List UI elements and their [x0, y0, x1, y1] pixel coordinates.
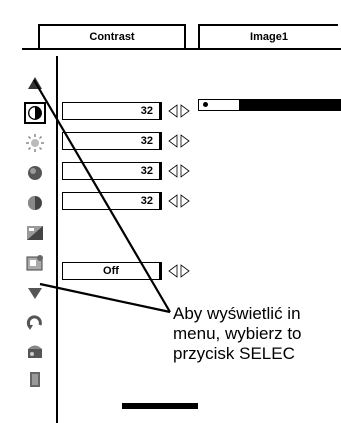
- up-arrow-icon[interactable]: [24, 72, 46, 94]
- adjust-arrows-icon[interactable]: [168, 134, 190, 148]
- menu-sidebar: [22, 56, 58, 423]
- tint-value: 32: [62, 192, 162, 210]
- color-temp-icon[interactable]: [24, 222, 46, 244]
- contrast-icon[interactable]: [24, 102, 46, 124]
- slider-knob[interactable]: [203, 102, 208, 107]
- color-icon[interactable]: [24, 162, 46, 184]
- caption-line: przycisk SELEC: [173, 344, 295, 363]
- value-row[interactable]: 32: [60, 102, 200, 122]
- tab-image1[interactable]: Image1: [198, 24, 338, 50]
- white-balance-value: Off: [62, 262, 162, 280]
- white-balance-icon[interactable]: [24, 252, 46, 274]
- value-panel: 32 32 32 32 Off: [60, 92, 200, 280]
- value-row[interactable]: 32: [60, 132, 200, 152]
- contrast-value: 32: [62, 102, 162, 120]
- store-icon[interactable]: [24, 340, 46, 362]
- caption-line: Aby wyświetlić in: [173, 304, 301, 323]
- caption-line: menu, wybierz to: [173, 324, 302, 343]
- slider-fill: [239, 100, 340, 110]
- brightness-value: 32: [62, 132, 162, 150]
- reset-icon[interactable]: [24, 312, 46, 334]
- down-arrow-icon[interactable]: [24, 282, 46, 304]
- adjust-arrows-icon[interactable]: [168, 164, 190, 178]
- adjust-arrows-icon[interactable]: [168, 104, 190, 118]
- menu-tab-bar: Contrast Image1: [22, 8, 341, 50]
- tab-contrast[interactable]: Contrast: [38, 24, 186, 50]
- contrast-slider[interactable]: [198, 99, 341, 111]
- instruction-caption: Aby wyświetlić in menu, wybierz to przyc…: [173, 304, 341, 364]
- quit-icon[interactable]: [24, 368, 46, 390]
- tint-icon[interactable]: [24, 192, 46, 214]
- adjust-arrows-icon[interactable]: [168, 194, 190, 208]
- bottom-divider: [122, 403, 198, 409]
- value-row[interactable]: 32: [60, 162, 200, 182]
- color-value: 32: [62, 162, 162, 180]
- value-row[interactable]: Off: [60, 262, 200, 282]
- value-row[interactable]: 32: [60, 192, 200, 212]
- adjust-arrows-icon[interactable]: [168, 264, 190, 278]
- brightness-icon[interactable]: [24, 132, 46, 154]
